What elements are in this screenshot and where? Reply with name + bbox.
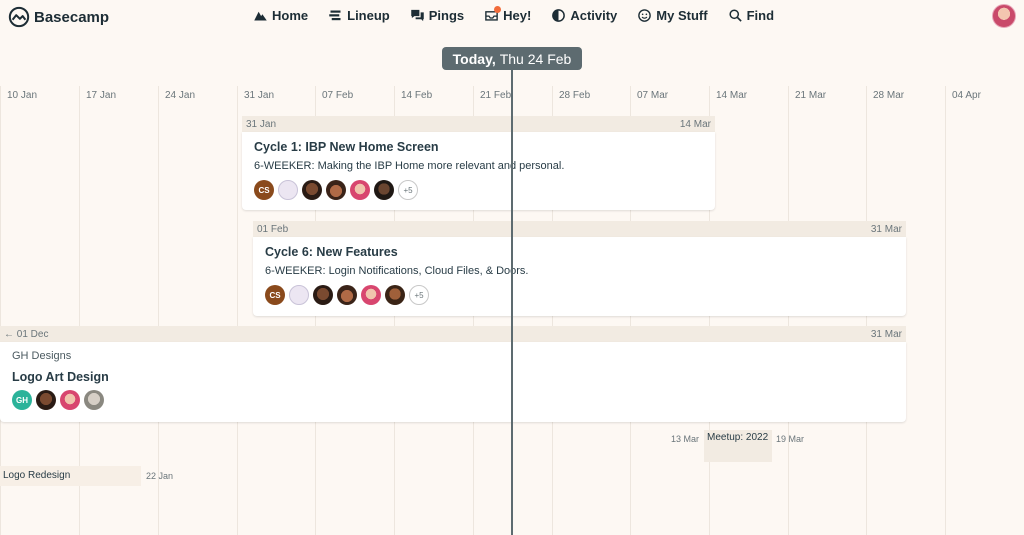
column-label: 17 Jan (86, 90, 117, 101)
nav-activity-label: Activity (570, 8, 618, 23)
home-icon (254, 11, 267, 21)
column-label: 14 Feb (401, 90, 433, 101)
project-date-range: ← 01 Dec 31 Mar (0, 326, 906, 342)
project-title[interactable]: Cycle 6: New Features (265, 245, 894, 259)
today-date: Thu 24 Feb (499, 50, 572, 67)
more-members-badge[interactable]: +5 (398, 180, 418, 200)
nav-find-label: Find (746, 8, 775, 23)
avatar-person[interactable] (302, 180, 322, 200)
avatar-person[interactable] (84, 390, 104, 410)
more-members-badge[interactable]: +5 (409, 285, 429, 305)
avatar-person[interactable] (313, 285, 333, 305)
nav-pings-label: Pings (428, 8, 465, 23)
nav-activity[interactable]: Activity (551, 8, 617, 23)
meetup-event[interactable]: Meetup: 2022 (704, 430, 772, 462)
nav-home[interactable]: Home (253, 8, 308, 23)
column-label: 21 Mar (795, 90, 827, 101)
project-date-range: 01 Feb 31 Mar (253, 221, 906, 237)
project-start-date: 31 Jan (246, 118, 277, 130)
smiley-icon (638, 9, 652, 22)
project-card-cycle-1[interactable]: Cycle 1: IBP New Home Screen 6-WEEKER: M… (242, 132, 715, 210)
avatar-illustration[interactable] (289, 285, 309, 305)
logo-redesign-event[interactable]: Logo Redesign (0, 466, 141, 486)
today-prefix: Today, (452, 50, 496, 67)
project-description: 6-WEEKER: Login Notifications, Cloud Fil… (265, 265, 529, 277)
project-description: 6-WEEKER: Making the IBP Home more relev… (254, 160, 565, 172)
project-members: GH (12, 390, 894, 410)
nav-find[interactable]: Find (728, 8, 774, 23)
project-end-date: 31 Mar (870, 328, 902, 340)
meetup-start-date: 13 Mar (671, 434, 700, 444)
basecamp-logo[interactable]: Basecamp (8, 6, 109, 28)
avatar-illustration[interactable] (278, 180, 298, 200)
avatar-person[interactable] (374, 180, 394, 200)
project-start-date: ← 01 Dec (4, 328, 49, 340)
column-divider (945, 86, 946, 535)
project-start-date: 01 Feb (257, 223, 289, 235)
column-label: 07 Mar (637, 90, 669, 101)
column-label: 24 Jan (165, 90, 196, 101)
avatar-person[interactable] (385, 285, 405, 305)
avatar-person[interactable] (337, 285, 357, 305)
search-icon (729, 9, 742, 22)
avatar-person[interactable] (326, 180, 346, 200)
notification-dot (494, 6, 502, 13)
project-card-logo-art[interactable]: GH Designs Logo Art Design GH (0, 342, 906, 422)
today-line (511, 70, 513, 535)
column-label: 04 Apr (952, 90, 981, 101)
column-divider (237, 86, 238, 535)
project-client: GH Designs (12, 350, 72, 362)
column-label: 21 Feb (480, 90, 512, 101)
project-end-date: 31 Mar (870, 223, 902, 235)
nav-hey-label: Hey! (503, 8, 532, 23)
logo-redesign-end-date: 22 Jan (146, 471, 174, 481)
app-name: Basecamp (34, 8, 110, 26)
project-title[interactable]: Logo Art Design (12, 370, 894, 384)
project-end-date: 14 Mar (679, 118, 711, 130)
nav-my-stuff[interactable]: My Stuff (637, 8, 708, 23)
column-label: 07 Feb (322, 90, 354, 101)
project-members: CS +5 (265, 285, 894, 305)
meetup-end-date: 19 Mar (776, 434, 805, 444)
avatar-cs[interactable]: CS (254, 180, 274, 200)
avatar-person[interactable] (60, 390, 80, 410)
avatar-person[interactable] (36, 390, 56, 410)
nav-lineup-label: Lineup (347, 8, 390, 23)
column-label: 28 Mar (873, 90, 905, 101)
column-label: 28 Feb (559, 90, 591, 101)
nav-home-label: Home (272, 8, 309, 23)
nav-pings[interactable]: Pings (410, 8, 464, 23)
project-date-range: 31 Jan 14 Mar (242, 116, 715, 132)
lineup-icon (329, 10, 341, 21)
basecamp-logo-icon (8, 6, 30, 28)
column-divider (158, 86, 159, 535)
top-nav: Basecamp Home Lineup Pings Hey! Activity… (0, 0, 1024, 34)
nav-my-stuff-label: My Stuff (656, 8, 708, 23)
project-members: CS +5 (254, 180, 703, 200)
project-title[interactable]: Cycle 1: IBP New Home Screen (254, 140, 703, 154)
column-label: 31 Jan (244, 90, 275, 101)
nav-lineup[interactable]: Lineup (328, 8, 390, 23)
main-nav: Home Lineup Pings Hey! Activity My Stuff… (253, 6, 794, 23)
avatar-gh[interactable]: GH (12, 390, 32, 410)
avatar-person[interactable] (350, 180, 370, 200)
user-avatar[interactable] (992, 4, 1016, 28)
column-label: 14 Mar (716, 90, 748, 101)
nav-hey[interactable]: Hey! (484, 6, 532, 23)
pings-icon (410, 9, 424, 22)
avatar-cs[interactable]: CS (265, 285, 285, 305)
activity-icon (552, 9, 566, 22)
column-label: 10 Jan (7, 90, 38, 101)
project-card-cycle-6[interactable]: Cycle 6: New Features 6-WEEKER: Login No… (253, 237, 906, 316)
avatar-person[interactable] (361, 285, 381, 305)
today-marker: Today, Thu 24 Feb (442, 47, 582, 70)
